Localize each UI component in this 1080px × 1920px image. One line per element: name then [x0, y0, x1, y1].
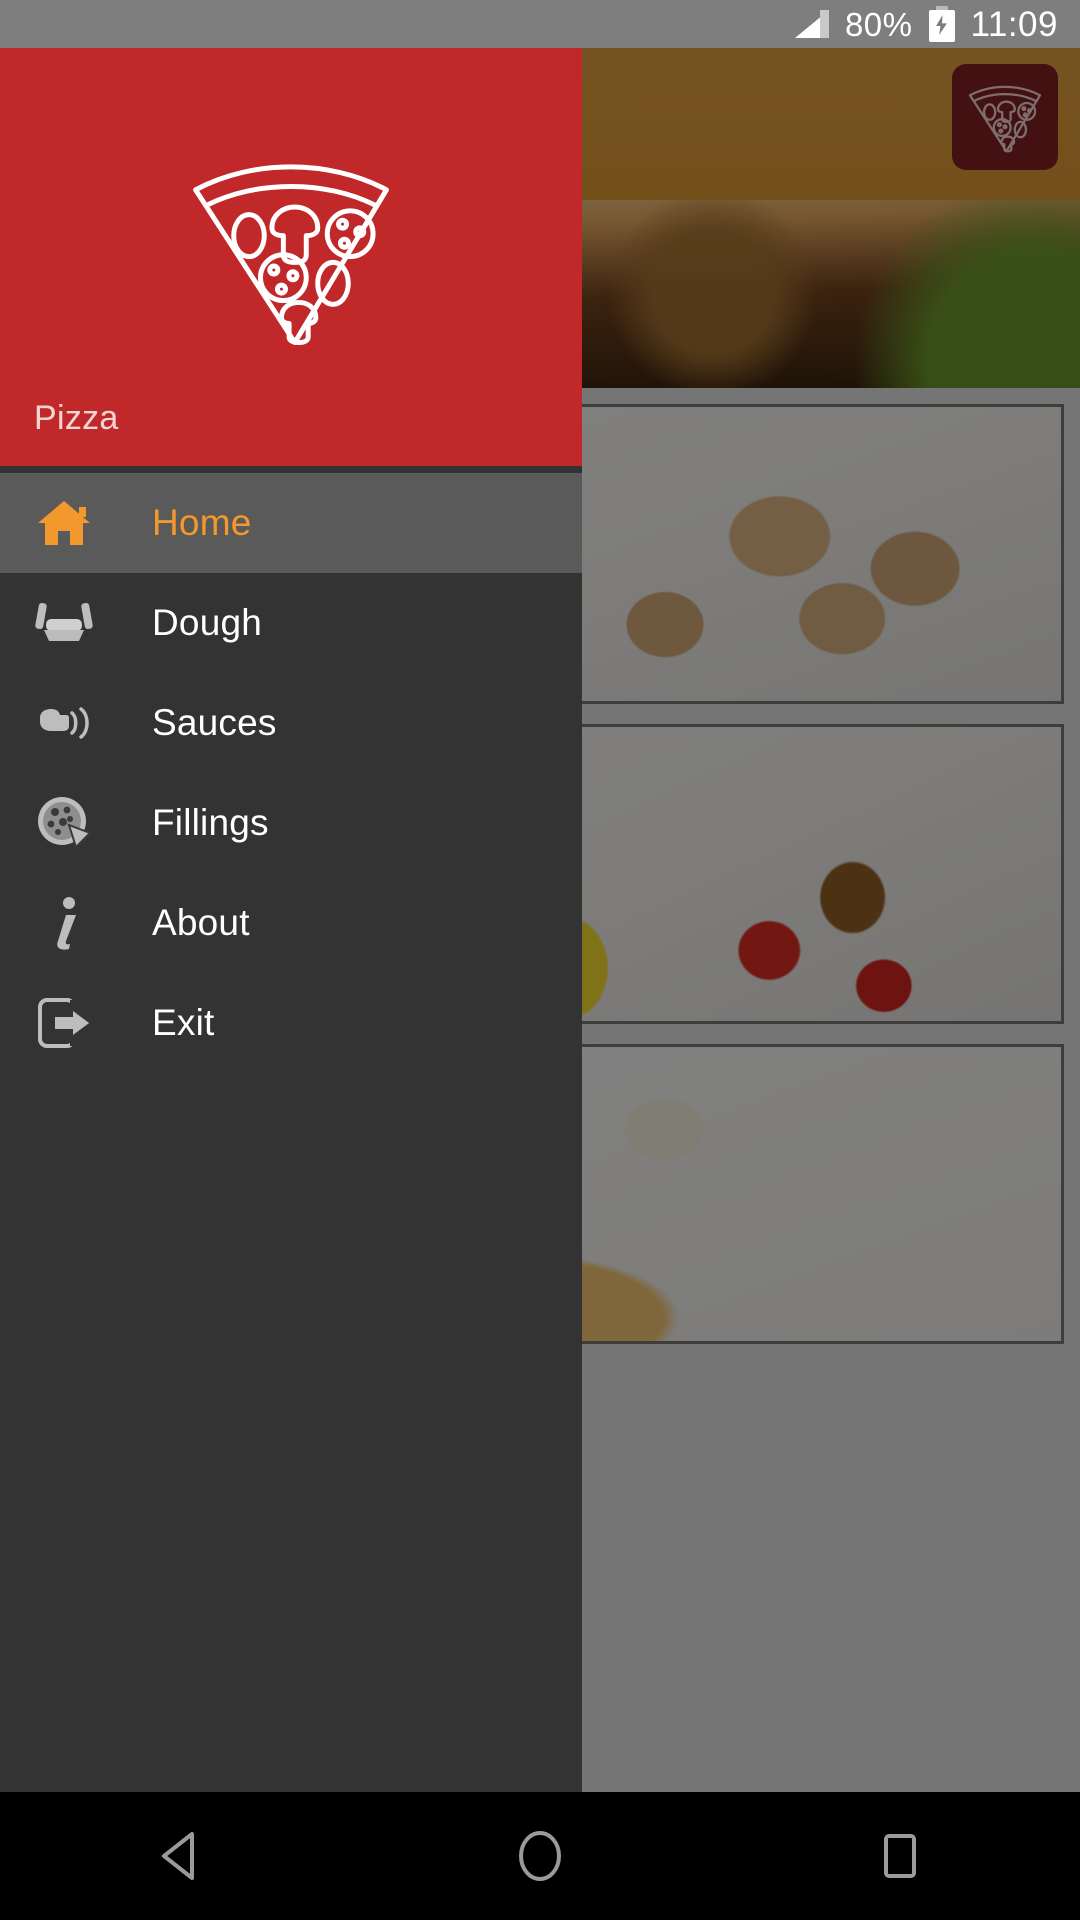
clock-label: 11:09	[970, 4, 1058, 44]
sauce-icon	[30, 689, 98, 757]
home-circle-icon	[519, 1831, 561, 1881]
back-button[interactable]	[90, 1792, 270, 1920]
back-triangle-icon	[162, 1832, 194, 1880]
home-icon	[30, 489, 98, 557]
sidebar-item-label: Home	[152, 502, 252, 543]
exit-icon	[30, 989, 98, 1057]
pizza-wheel-icon	[30, 789, 98, 857]
recents-square-icon	[884, 1834, 916, 1878]
drawer-header: Pizza	[0, 48, 582, 466]
battery-percent-label: 80%	[844, 5, 913, 43]
home-button[interactable]	[450, 1792, 630, 1920]
drawer-title: Pizza	[34, 399, 119, 437]
sidebar-item-sauces[interactable]: Sauces	[0, 673, 582, 773]
sidebar-item-fillings[interactable]: Fillings	[0, 773, 582, 873]
sidebar-item-home[interactable]: Home	[0, 473, 582, 573]
sidebar-item-exit[interactable]: Exit	[0, 973, 582, 1073]
info-icon	[30, 889, 98, 957]
drawer-logo	[171, 144, 411, 354]
sidebar-item-label: About	[152, 902, 250, 943]
sidebar-item-about[interactable]: About	[0, 873, 582, 973]
sidebar-item-dough[interactable]: Dough	[0, 573, 582, 673]
phone-screen: Pizza Home Dough Sauces Fillings About E…	[0, 0, 1080, 1920]
navigation-drawer: Pizza Home Dough Sauces Fillings About E…	[0, 48, 582, 1792]
drawer-menu-list: Home Dough Sauces Fillings About Exit	[0, 466, 582, 1792]
status-bar: 80% 11:09	[0, 0, 1080, 48]
sidebar-item-label: Fillings	[152, 802, 269, 843]
recents-button[interactable]	[810, 1792, 990, 1920]
sidebar-item-label: Dough	[152, 602, 263, 643]
android-navigation-bar	[0, 1792, 1080, 1920]
sidebar-item-label: Sauces	[152, 702, 277, 743]
dough-icon	[30, 589, 98, 657]
signal-triangle-icon	[794, 10, 829, 38]
pizza-slice-icon	[193, 164, 389, 346]
sidebar-item-label: Exit	[152, 1002, 215, 1043]
battery-charging-icon	[928, 6, 955, 42]
